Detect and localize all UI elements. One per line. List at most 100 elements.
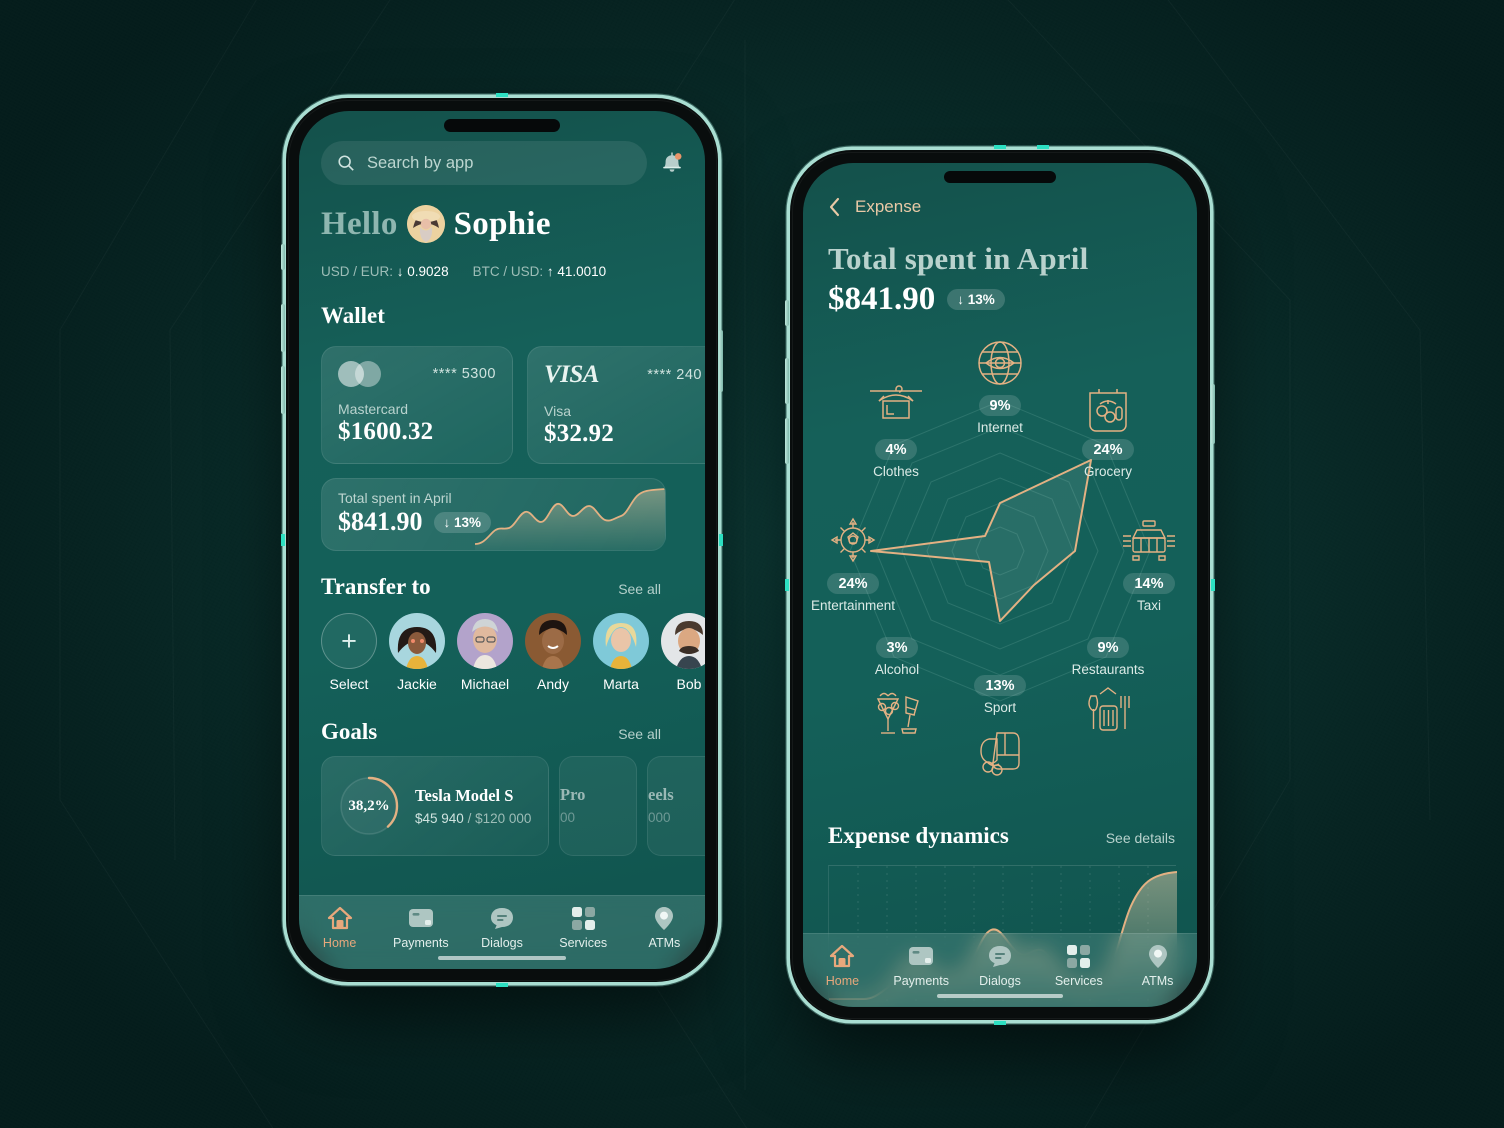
nav-item-payments[interactable]: Payments [380, 905, 461, 950]
phone-device-expense: Expense Total spent in April $841.90 ↓ 1… [785, 145, 1215, 1025]
home-indicator[interactable] [937, 994, 1063, 998]
radar-category-clothes: 4% Clothes [841, 375, 951, 479]
volume-up-button[interactable] [785, 358, 789, 404]
goal-name: Tesla Model S [415, 786, 514, 805]
contact-name: Andy [537, 676, 569, 692]
radar-percent: 9% [1086, 637, 1130, 658]
transfer-title: Transfer to [321, 574, 431, 599]
nav-item-atms[interactable]: ATMs [624, 905, 705, 950]
radar-label: Alcohol [874, 662, 920, 677]
nav-item-atms[interactable]: ATMs [1118, 943, 1197, 988]
nav-label: ATMs [1141, 974, 1174, 988]
chat-icon [961, 943, 1040, 969]
radar-percent: 3% [875, 637, 919, 658]
nav-label: Dialogs [979, 974, 1021, 988]
phone-screen-expense: Expense Total spent in April $841.90 ↓ 1… [803, 163, 1197, 1007]
contact-item[interactable]: Michael [457, 613, 513, 692]
radar-category-internet: 9% Internet [945, 331, 1055, 435]
goal-card-partial[interactable]: eels 000 [647, 756, 705, 856]
contact-avatar [389, 613, 445, 669]
mute-switch[interactable] [281, 244, 285, 270]
wallet-card-mastercard[interactable]: **** 5300 Mastercard $1600.32 [321, 346, 513, 464]
plus-icon: + [321, 613, 377, 669]
nav-item-home[interactable]: Home [299, 905, 380, 950]
volume-down-button[interactable] [281, 366, 285, 414]
contact-item[interactable]: Marta [593, 613, 649, 692]
goals-section-header: Goals See all [321, 719, 661, 745]
radar-percent: 4% [874, 439, 918, 460]
radar-category-restaurants: 9% Restaurants [1053, 637, 1163, 745]
contact-name: Select [329, 676, 369, 692]
dynamics-see-details-link[interactable]: See details [1106, 830, 1175, 846]
goals-see-all-link[interactable]: See all [618, 726, 661, 742]
transfer-see-all-link[interactable]: See all [618, 581, 661, 597]
total-spent-block: Total spent in April $841.90 ↓ 13% [828, 241, 1088, 318]
nav-item-home[interactable]: Home [803, 943, 882, 988]
nav-label: Home [322, 936, 357, 950]
background-hex-lines [0, 0, 1504, 1128]
power-button[interactable] [1211, 384, 1215, 444]
nav-item-payments[interactable]: Payments [882, 943, 961, 988]
nav-item-services[interactable]: Services [543, 905, 624, 950]
transfer-section-header: Transfer to See all [321, 574, 661, 600]
total-spent-amount: $841.90 [338, 507, 423, 536]
contact-avatar [593, 613, 649, 669]
search-placeholder: Search by app [367, 153, 474, 172]
radar-percent: 24% [827, 573, 879, 594]
alignment-tick-bottom [994, 1021, 1006, 1025]
contact-name: Jackie [397, 676, 437, 692]
radar-label: Entertainment [810, 598, 896, 613]
total-spent-card[interactable]: Total spent in April $841.90 ↓ 13% [321, 478, 666, 551]
greeting-hello: Hello [321, 205, 398, 242]
taxi-icon [1094, 509, 1197, 573]
contact-item[interactable]: Andy [525, 613, 581, 692]
home-indicator[interactable] [438, 956, 566, 960]
avatar[interactable] [406, 205, 445, 243]
contact-list[interactable]: + Select Jackie Michael Andy Marta Bob [321, 613, 705, 692]
goal-separator: / [467, 811, 472, 826]
volume-down-button[interactable] [785, 418, 789, 464]
card-icon [380, 905, 461, 931]
contact-item[interactable]: Bob [661, 613, 705, 692]
nav-item-dialogs[interactable]: Dialogs [461, 905, 542, 950]
contact-avatar [661, 613, 705, 669]
search-input[interactable]: Search by app [321, 141, 647, 185]
page-title: Expense [855, 197, 922, 216]
radar-label: Taxi [1136, 598, 1161, 613]
mute-switch[interactable] [785, 300, 789, 326]
nav-label: Home [825, 974, 860, 988]
contact-select-button[interactable]: + Select [321, 613, 377, 692]
back-row[interactable]: Expense [828, 197, 921, 217]
notification-bell-button[interactable] [657, 148, 687, 178]
wallet-card-visa[interactable]: VISA **** 240 Visa $32.92 [527, 346, 705, 464]
goal-card-tesla[interactable]: 38,2% Tesla Model S $45 940 / $120 000 [321, 756, 549, 856]
radar-category-grocery: 24% Grocery [1053, 375, 1163, 479]
greeting-row: Hello Sophie [321, 205, 551, 243]
volume-up-button[interactable] [281, 304, 285, 352]
alignment-tick-top-right [1037, 145, 1049, 149]
chevron-left-icon[interactable] [828, 197, 841, 217]
goal-card-partial[interactable]: Pro 00 [559, 756, 637, 856]
goals-list[interactable]: 38,2% Tesla Model S $45 940 / $120 000 P… [321, 756, 705, 856]
spent-sparkline-chart [475, 488, 665, 550]
card-amount: $32.92 [544, 420, 614, 447]
alignment-tick-right [719, 534, 723, 546]
clothes-hanger-icon [841, 375, 951, 439]
power-button[interactable] [719, 330, 723, 392]
nav-item-dialogs[interactable]: Dialogs [961, 943, 1040, 988]
nav-item-services[interactable]: Services [1039, 943, 1118, 988]
home-icon [299, 905, 380, 931]
goal-progress-ring: 38,2% [336, 773, 402, 839]
dynamics-section-header: Expense dynamics See details [828, 823, 1175, 849]
goal-amount-partial: 00 [560, 810, 576, 825]
contact-item[interactable]: Jackie [389, 613, 445, 692]
wallet-card-list[interactable]: **** 5300 Mastercard $1600.32 VISA **** … [321, 346, 705, 464]
total-spent-change: ↓ 13% [947, 289, 1005, 310]
rate-item: USD / EUR: ↓ 0.9028 [321, 264, 449, 279]
contact-name: Michael [460, 676, 510, 692]
home-icon [803, 943, 882, 969]
alignment-tick-top [994, 145, 1006, 149]
nav-label: Payments [393, 936, 449, 950]
radar-category-taxi: 14% Taxi [1094, 509, 1197, 613]
radar-percent: 9% [978, 395, 1022, 416]
